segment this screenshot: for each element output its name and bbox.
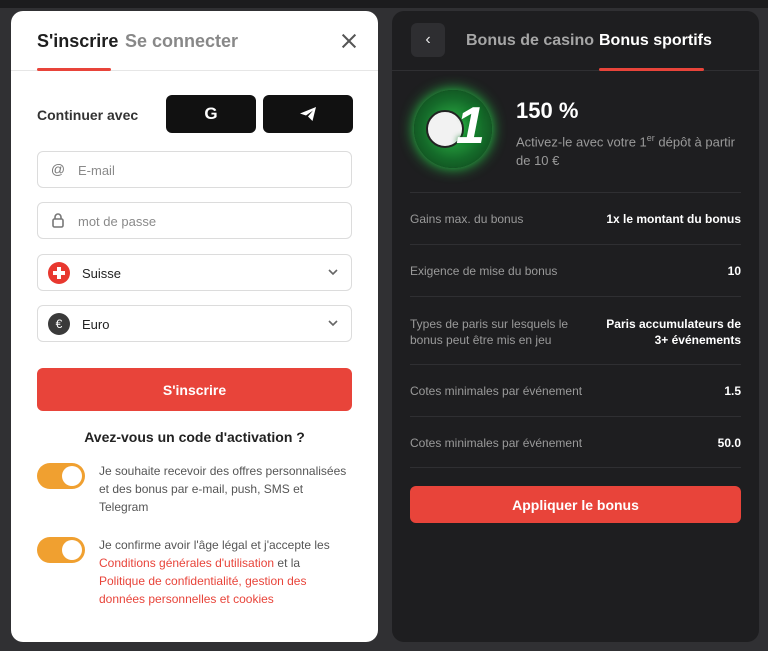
bonus-row-bet-types: Types de paris sur lesquels le bonus peu… xyxy=(410,296,741,364)
swiss-flag-icon xyxy=(48,262,70,284)
marketing-consent-text: Je souhaite recevoir des offres personna… xyxy=(99,464,347,514)
telegram-icon xyxy=(300,107,316,121)
bonus-description: Activez-le avec votre 1er dépôt à partir… xyxy=(516,129,746,170)
tab-casino-bonus[interactable]: Bonus de casino xyxy=(466,32,594,50)
tab-login[interactable]: Se connecter xyxy=(125,31,238,52)
lock-icon xyxy=(52,213,64,228)
euro-icon: € xyxy=(48,313,70,335)
google-icon: G xyxy=(204,104,218,123)
country-value: Suisse xyxy=(82,266,122,281)
tab-signup[interactable]: S'inscrire xyxy=(37,31,118,52)
bonus-row-max-gain: Gains max. du bonus 1x le montant du bon… xyxy=(410,192,741,244)
back-button[interactable]: ‹ xyxy=(411,23,445,57)
active-tab-indicator xyxy=(599,68,704,71)
chevron-down-icon xyxy=(328,320,338,327)
row-value: 10 xyxy=(727,264,741,278)
bonus-tabs: ‹ Bonus de casino Bonus sportifs xyxy=(392,11,759,71)
password-field[interactable]: mot de passe xyxy=(37,202,352,239)
row-value: 50.0 xyxy=(717,436,741,450)
badge-number: 1 xyxy=(456,97,485,155)
row-label: Exigence de mise du bonus xyxy=(410,264,558,278)
desc-prefix: Activez-le avec votre 1 xyxy=(516,134,647,150)
activation-code-link[interactable]: Avez-vous un code d'activation ? xyxy=(11,429,378,445)
bonus-row-min-odds-2: Cotes minimales par événement 50.0 xyxy=(410,416,741,468)
currency-value: Euro xyxy=(82,317,110,332)
row-label: Cotes minimales par événement xyxy=(410,436,583,450)
backdrop-top-bar xyxy=(0,0,768,8)
bonus-panel: ‹ Bonus de casino Bonus sportifs 1 150 %… xyxy=(392,11,759,642)
football-badge-icon: 1 xyxy=(414,90,492,168)
marketing-consent-toggle[interactable] xyxy=(37,463,85,489)
terms-text-prefix: Je confirme avoir l'âge légal et j'accep… xyxy=(99,538,330,552)
bonus-row-min-odds: Cotes minimales par événement 1.5 xyxy=(410,364,741,416)
at-icon: @ xyxy=(50,161,66,177)
apply-bonus-button[interactable]: Appliquer le bonus xyxy=(410,486,741,523)
signup-panel: S'inscrire Se connecter Continuer avec G… xyxy=(11,11,378,642)
privacy-policy-link[interactable]: Politique de confidentialité, gestion de… xyxy=(99,574,306,606)
terms-text-mid: et la xyxy=(274,556,301,570)
row-label: Cotes minimales par événement xyxy=(410,384,583,398)
signup-button[interactable]: S'inscrire xyxy=(37,368,352,411)
email-placeholder: E-mail xyxy=(78,163,115,178)
continue-with-label: Continuer avec xyxy=(37,107,139,123)
auth-tabs: S'inscrire Se connecter xyxy=(11,11,378,71)
terms-link[interactable]: Conditions générales d'utilisation xyxy=(99,556,274,570)
terms-consent-toggle[interactable] xyxy=(37,537,85,563)
password-placeholder: mot de passe xyxy=(78,214,157,229)
country-select[interactable]: Suisse xyxy=(37,254,352,291)
bonus-percent: 150 % xyxy=(516,98,579,123)
telegram-login-button[interactable] xyxy=(263,95,353,133)
row-label: Types de paris sur lesquels le bonus peu… xyxy=(410,317,569,347)
row-value: Paris accumulateurs de 3+ événements xyxy=(606,317,741,347)
toggle-knob xyxy=(62,466,82,486)
row-label: Gains max. du bonus xyxy=(410,212,524,226)
toggle-knob xyxy=(62,540,82,560)
row-value: 1x le montant du bonus xyxy=(606,212,741,226)
google-login-button[interactable]: G xyxy=(166,95,256,133)
desc-sup: er xyxy=(646,133,655,143)
currency-select[interactable]: € Euro xyxy=(37,305,352,342)
row-value: 1.5 xyxy=(724,384,741,398)
chevron-down-icon xyxy=(328,269,338,276)
terms-consent-text: Je confirme avoir l'âge légal et j'accep… xyxy=(99,536,349,608)
close-icon[interactable] xyxy=(340,32,358,50)
bonus-row-wagering: Exigence de mise du bonus 10 xyxy=(410,244,741,296)
tab-sports-bonus[interactable]: Bonus sportifs xyxy=(599,32,712,50)
chevron-left-icon: ‹ xyxy=(425,31,431,48)
active-tab-indicator xyxy=(37,68,111,71)
email-field[interactable]: @ E-mail xyxy=(37,151,352,188)
